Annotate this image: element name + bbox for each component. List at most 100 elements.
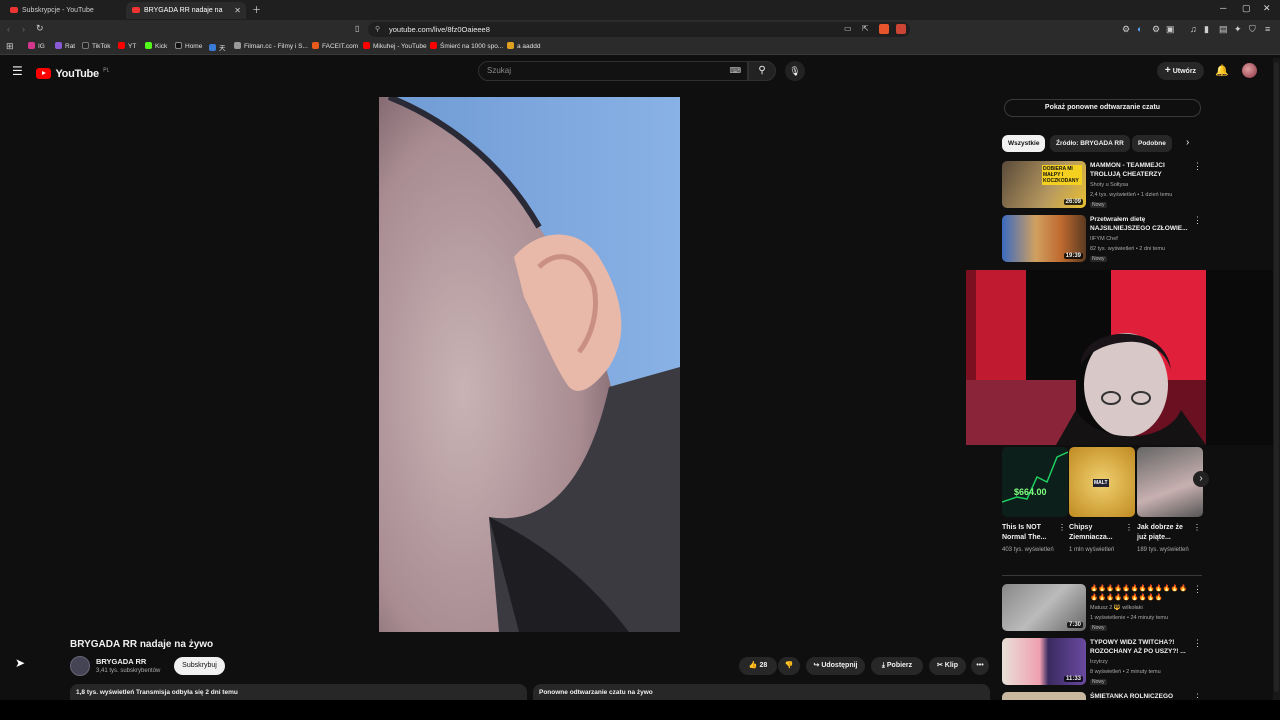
account-avatar[interactable] bbox=[1242, 63, 1257, 78]
tab-subscriptions[interactable]: Subskrypcje - YouTube bbox=[4, 2, 122, 19]
show-chat-replay-button[interactable]: Pokaż ponowne odtwarzanie czatu bbox=[1004, 99, 1201, 117]
bookmark-item[interactable]: 天 bbox=[209, 42, 226, 52]
bookmark-item[interactable]: Home bbox=[175, 42, 202, 50]
share-button[interactable]: ↪ Udostępnij bbox=[806, 657, 865, 675]
short-thumbnail[interactable]: MALT bbox=[1069, 447, 1135, 517]
more-vert-icon[interactable]: ⋮ bbox=[1193, 692, 1202, 700]
bookmark-item[interactable]: Rat bbox=[55, 42, 75, 50]
close-tab-icon[interactable]: ✕ bbox=[234, 2, 241, 19]
short-thumbnail[interactable]: $664.00 bbox=[1002, 447, 1068, 517]
guide-menu-icon[interactable]: ☰ bbox=[12, 64, 23, 78]
video-title[interactable]: TYPOWY WIDZ TWITCHA?! ROZOCHANY AŻ PO US… bbox=[1090, 638, 1190, 656]
more-actions-button[interactable]: ••• bbox=[971, 657, 989, 675]
brave-rewards-icon[interactable] bbox=[896, 24, 906, 34]
more-vert-icon[interactable]: ⋮ bbox=[1193, 638, 1202, 649]
short-title[interactable]: Jak dobrze że już piąte... bbox=[1137, 523, 1189, 543]
bookmark-item[interactable]: FACEIT.com bbox=[312, 42, 358, 50]
chip-related[interactable]: Podobne bbox=[1132, 135, 1172, 152]
video-thumbnail[interactable]: DOBIERA MI MAŁPY I KOCZKODANY 26:09 bbox=[1002, 161, 1086, 208]
forward-icon[interactable]: › bbox=[22, 24, 25, 34]
video-player[interactable] bbox=[379, 97, 680, 632]
vpn-icon[interactable]: ⛉ bbox=[1249, 24, 1256, 35]
address-bar[interactable]: ⚲ youtube.com/live/8fz0Oaieee8 bbox=[368, 22, 910, 37]
menu-icon[interactable]: ≡ bbox=[1265, 24, 1270, 34]
extension-icon[interactable]: ▣ bbox=[1166, 24, 1175, 35]
more-vert-icon[interactable]: ⋮ bbox=[1193, 584, 1202, 595]
video-thumbnail[interactable]: 11:33 bbox=[1002, 638, 1086, 685]
chevron-right-icon[interactable]: › bbox=[1186, 137, 1189, 148]
chip-all[interactable]: Wszystkie bbox=[1002, 135, 1046, 152]
share-page-icon[interactable]: ⇱ bbox=[862, 24, 869, 33]
voice-search-button[interactable]: 🎙 bbox=[785, 61, 805, 81]
more-vert-icon[interactable]: ⋮ bbox=[1193, 161, 1202, 172]
reload-icon[interactable]: ↻ bbox=[36, 23, 44, 34]
media-control-icon[interactable]: ♫ bbox=[1190, 24, 1197, 34]
bookmark-item[interactable]: Kick bbox=[145, 42, 167, 50]
more-vert-icon[interactable]: ⋮ bbox=[1058, 523, 1066, 532]
channel-name[interactable]: Irzytrzy bbox=[1090, 659, 1108, 665]
list-item[interactable]: DOBIERA MI MAŁPY I KOCZKODANY 26:09 MAMM… bbox=[1002, 161, 1202, 211]
video-thumbnail[interactable]: 19:39 bbox=[1002, 215, 1086, 262]
list-item[interactable]: 19:39 Przetwrałem dietę NAJSILNIEJSZEGO … bbox=[1002, 215, 1202, 265]
close-window-icon[interactable]: ✕ bbox=[1263, 3, 1271, 14]
list-item[interactable]: 11:33 TYPOWY WIDZ TWITCHA?! ROZOCHANY AŻ… bbox=[1002, 638, 1202, 688]
wallet-icon[interactable]: ▤ bbox=[1219, 24, 1228, 35]
brave-shield-icon[interactable] bbox=[879, 24, 889, 34]
scrollbar-thumb[interactable] bbox=[1274, 62, 1279, 692]
leo-ai-icon[interactable]: ✦ bbox=[1234, 24, 1242, 35]
notifications-bell-icon[interactable]: 🔔 bbox=[1215, 64, 1229, 77]
apps-grid-icon[interactable]: ⊞ bbox=[6, 41, 14, 52]
tab-live-stream[interactable]: BRYGADA RR nadaje na żywo ✕ bbox=[126, 2, 246, 19]
short-title[interactable]: This Is NOT Normal The... bbox=[1002, 523, 1054, 543]
short-title[interactable]: Chipsy Ziemniacza... bbox=[1069, 523, 1121, 543]
video-title[interactable]: MAMMON - TEAMMEJCI TROLUJĄ CHEATERZY CZI… bbox=[1090, 161, 1190, 179]
more-vert-icon[interactable]: ⋮ bbox=[1193, 215, 1202, 226]
channel-name[interactable]: Shoty u Sołtysa bbox=[1090, 182, 1128, 188]
extension-icon[interactable]: ◐ bbox=[1137, 24, 1142, 34]
channel-name[interactable]: BRYGADA RR bbox=[96, 657, 146, 666]
video-title[interactable]: ŚMIETANKA ROLNICZEGO bbox=[1090, 692, 1190, 700]
like-button[interactable]: 👍 28 bbox=[739, 657, 777, 675]
channel-name[interactable]: Matusz 2 🔱 wilkołaki bbox=[1090, 605, 1143, 611]
extension-icon[interactable]: ⚙ bbox=[1122, 24, 1130, 35]
sidebar-toggle-icon[interactable]: ▮ bbox=[1204, 24, 1209, 35]
bookmark-icon[interactable]: ▯ bbox=[355, 24, 359, 33]
bookmark-item[interactable]: TikTok bbox=[82, 42, 111, 50]
video-thumbnail[interactable]: 7:30 bbox=[1002, 584, 1086, 631]
more-vert-icon[interactable]: ⋮ bbox=[1193, 523, 1201, 532]
clip-button[interactable]: ✂ Klip bbox=[929, 657, 966, 675]
chip-from-channel[interactable]: Źródło: BRYGADA RR bbox=[1050, 135, 1130, 152]
video-title[interactable]: 🔥🔥🔥🔥🔥🔥🔥🔥🔥🔥🔥🔥🔥🔥🔥🔥🔥🔥🔥🔥🔥 bbox=[1090, 584, 1190, 602]
download-button[interactable]: ⤓ Pobierz bbox=[871, 657, 923, 675]
new-tab-icon[interactable]: ＋ bbox=[252, 3, 261, 16]
minimize-icon[interactable]: ─ bbox=[1220, 3, 1226, 13]
bookmark-item[interactable]: Śmierć na 1000 spo... bbox=[430, 42, 503, 50]
maximize-icon[interactable]: ▢ bbox=[1242, 3, 1251, 14]
back-icon[interactable]: ‹ bbox=[7, 24, 10, 34]
bookmark-item[interactable]: YT bbox=[118, 42, 136, 50]
channel-name[interactable]: IIFYM Chef bbox=[1090, 236, 1118, 242]
video-thumbnail[interactable] bbox=[1002, 692, 1086, 700]
shorts-next-chevron-icon[interactable]: › bbox=[1193, 471, 1209, 487]
new-badge: Nowy bbox=[1090, 256, 1107, 262]
more-vert-icon[interactable]: ⋮ bbox=[1125, 523, 1133, 532]
list-item[interactable]: ŚMIETANKA ROLNICZEGO ⋮ bbox=[1002, 692, 1202, 700]
dislike-button[interactable]: 👎 bbox=[778, 657, 800, 675]
bookmark-item[interactable]: Filman.cc - Filmy i S... bbox=[234, 42, 308, 50]
search-button[interactable]: ⚲ bbox=[748, 61, 776, 81]
bookmark-item[interactable]: a aaddd bbox=[507, 42, 541, 50]
cast-icon[interactable]: ▭ bbox=[844, 24, 852, 33]
page-scrollbar[interactable] bbox=[1273, 58, 1280, 700]
keyboard-icon[interactable]: ⌨ bbox=[729, 62, 741, 80]
extension-icon[interactable]: ⚙ bbox=[1152, 24, 1160, 35]
list-item[interactable]: 7:30 🔥🔥🔥🔥🔥🔥🔥🔥🔥🔥🔥🔥🔥🔥🔥🔥🔥🔥🔥🔥🔥 Matusz 2 🔱 wi… bbox=[1002, 584, 1202, 634]
subscribe-button[interactable]: Subskrybuj bbox=[174, 657, 225, 675]
bookmark-item[interactable]: Mikuhej - YouTube bbox=[363, 42, 427, 50]
create-button[interactable]: + Utwórz bbox=[1157, 62, 1204, 80]
search-input[interactable]: Szukaj ⌨ bbox=[478, 61, 748, 81]
bookmark-item[interactable]: IG bbox=[28, 42, 45, 50]
video-title[interactable]: Przetwrałem dietę NAJSILNIEJSZEGO CZŁOWI… bbox=[1090, 215, 1190, 233]
site-info-icon[interactable]: ⚲ bbox=[375, 22, 380, 37]
channel-avatar[interactable] bbox=[70, 656, 90, 676]
youtube-logo[interactable]: YouTube PL bbox=[36, 65, 109, 83]
